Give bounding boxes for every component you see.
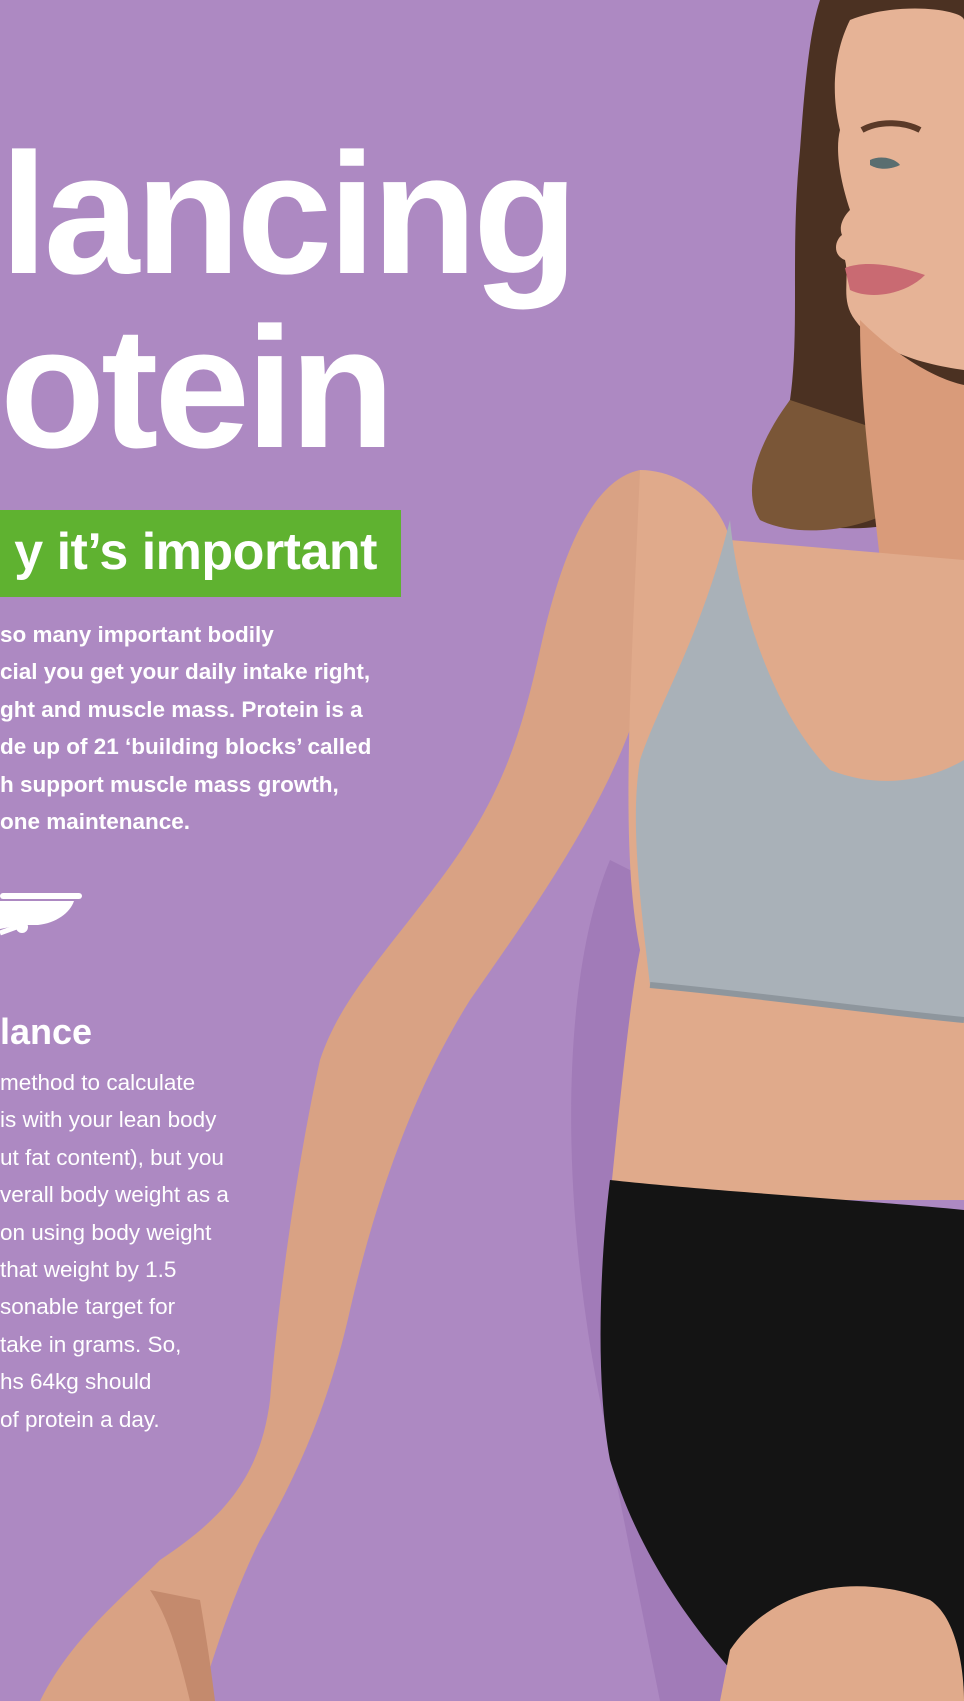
sports-top [635,520,964,1020]
body-line: method to calculate [0,1070,196,1095]
torso [610,470,964,1200]
title-line-2: otein [0,292,395,484]
face [834,8,964,370]
intro-paragraph: so many important bodily cial you get yo… [0,616,400,840]
foot [720,1586,964,1701]
hand-fingers [150,1590,215,1701]
intro-line: one maintenance. [0,808,191,834]
section-body: method to calculate is with your lean bo… [0,1064,260,1438]
body-line: sonable target for [0,1294,176,1320]
intro-line: cial you get your daily intake right, [0,659,371,685]
top-hem [649,982,964,1023]
section-banner: y it’s important [0,510,401,597]
body-line: on using body weight [0,1219,212,1245]
body-line: ut fat content), but you [0,1144,224,1170]
title-line-1: lancing [0,118,578,310]
intro-line: de up of 21 ‘building blocks’ called [0,734,372,760]
leggings [600,1180,964,1701]
intro-line: so many important bodily [0,622,274,647]
lips [845,264,925,295]
intro-line: ght and muscle mass. Protein is a [0,696,363,722]
figure-shadow [571,860,760,1701]
body-line: hs 64kg should [0,1369,152,1395]
scale-icon [0,893,82,936]
eyebrow [860,120,922,133]
eye [870,157,900,169]
body-line: of protein a day. [0,1406,160,1432]
neck [860,320,964,560]
banner-title: y it’s important [14,523,377,581]
body-line: take in grams. So, [0,1331,182,1357]
hair-highlight [751,400,910,531]
hair [771,0,964,529]
page: lancing otein y it’s important so many i… [0,0,964,1701]
intro-line: h support muscle mass growth, [0,771,339,797]
body-line: is with your lean body [0,1107,217,1133]
body-line: that weight by 1.5 [0,1256,177,1282]
body-line: verall body weight as a [0,1182,229,1208]
section-heading: lance [0,1011,93,1052]
